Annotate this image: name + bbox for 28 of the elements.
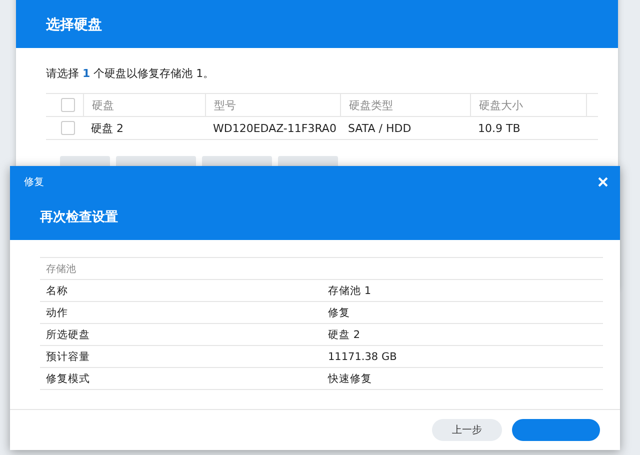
column-header: 硬盘大小 — [470, 94, 586, 116]
table-cell-text: WD120EDAZ-11F3RA0 — [212, 120, 338, 136]
field-label: 动作 — [45, 306, 69, 320]
instruction-text: 请选择 1 个硬盘以修复存储池 1。 — [46, 66, 216, 81]
column-header: 型号 — [205, 94, 340, 116]
table-cell-text: 硬盘 2 — [90, 120, 124, 136]
table-cell-text: SATA / HDD — [347, 120, 412, 136]
checkbox[interactable] — [60, 98, 74, 112]
field-label: 修复模式 — [45, 372, 91, 386]
field-label: 所选硬盘 — [45, 328, 91, 342]
field-value: 修复 — [328, 306, 350, 320]
checkbox[interactable] — [60, 121, 74, 135]
close-icon[interactable] — [598, 177, 608, 187]
dialog-heading: 再次检查设置 — [40, 209, 119, 226]
dialog-title: 选择硬盘 — [46, 16, 102, 34]
column-header: 硬盘类型 — [340, 94, 470, 116]
primary-button[interactable] — [512, 419, 600, 441]
field-label: 名称 — [45, 284, 69, 298]
column-header: 硬盘 — [83, 94, 205, 116]
field-value: 存储池 1 — [328, 284, 372, 298]
field-label: 预计容量 — [45, 350, 91, 364]
field-value: 11171.38 GB — [328, 350, 397, 362]
field-value: 快速修复 — [328, 372, 372, 386]
field-value: 硬盘 2 — [328, 328, 360, 342]
section-label: 存储池 — [45, 262, 76, 276]
table-cell-text: 10.9 TB — [477, 120, 522, 136]
window-title: 修复 — [24, 176, 44, 189]
back-button[interactable]: 上一步 — [432, 419, 502, 441]
